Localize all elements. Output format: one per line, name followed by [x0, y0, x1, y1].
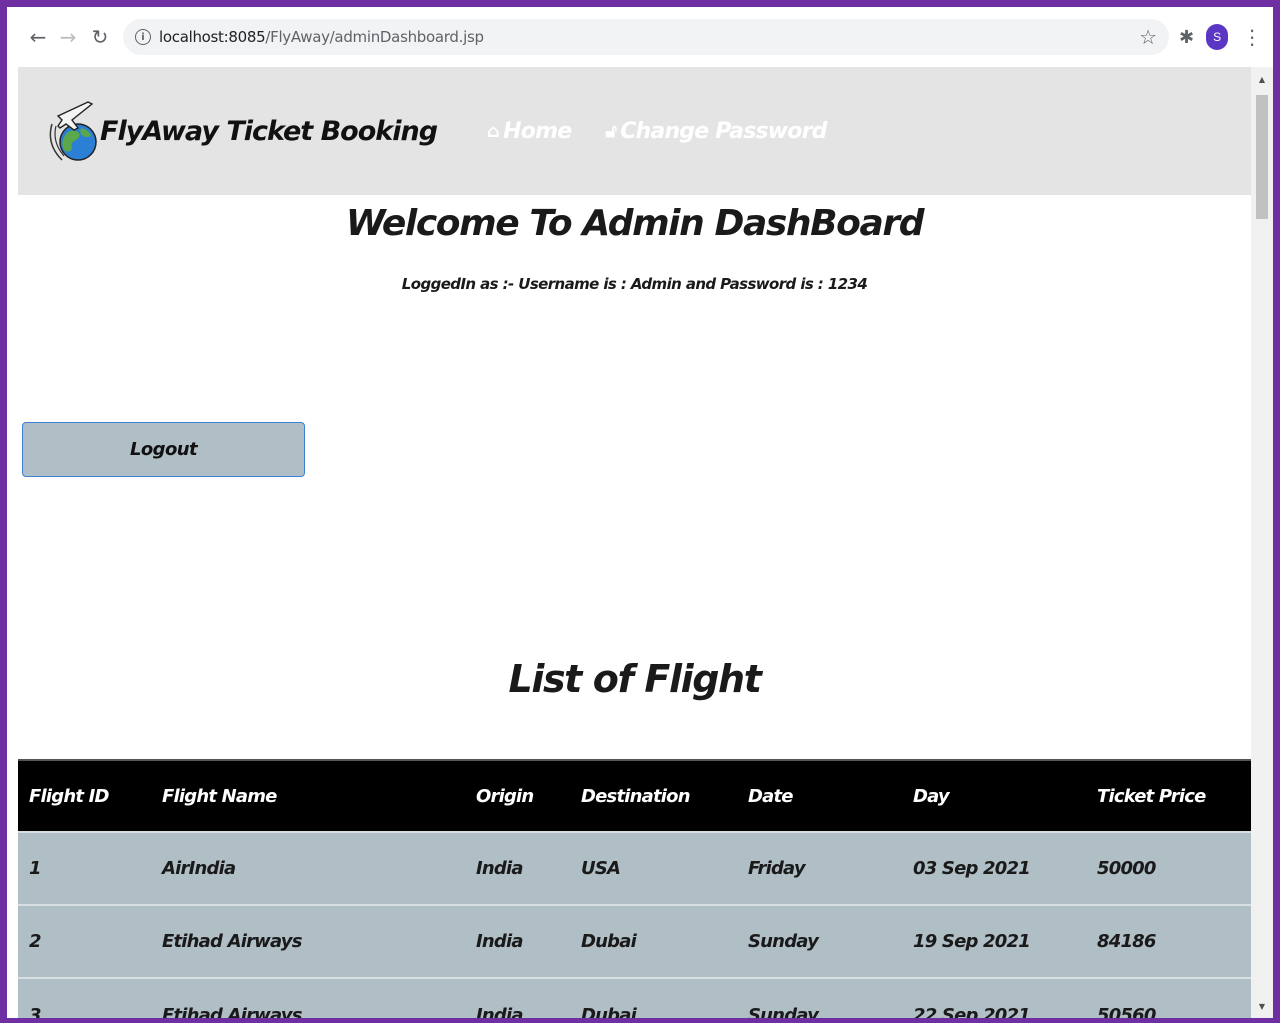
browser-window: ← → ↻ i localhost:8085/FlyAway/adminDash… — [7, 7, 1273, 1018]
star-icon[interactable]: ☆ — [1139, 25, 1157, 49]
site-header: FlyAway Ticket Booking ⌂ Home 🔓︎ Change … — [18, 67, 1251, 195]
table-cell: 50560 — [1086, 977, 1251, 1018]
table-header-row: Flight ID Flight Name Origin Destination… — [18, 759, 1251, 832]
login-info: LoggedIn as :- Username is : Admin and P… — [401, 275, 868, 293]
brand-title[interactable]: FlyAway Ticket Booking — [100, 116, 438, 147]
column-header: Flight Name — [151, 759, 465, 832]
column-header: Flight ID — [18, 759, 151, 832]
table-cell: 50000 — [1086, 831, 1251, 905]
page-viewport: FlyAway Ticket Booking ⌂ Home 🔓︎ Change … — [18, 67, 1251, 1018]
table-cell: India — [465, 977, 570, 1018]
scroll-thumb[interactable] — [1256, 95, 1268, 219]
table-cell: AirIndia — [151, 831, 465, 905]
logout-button[interactable]: Logout — [22, 422, 305, 477]
home-icon: ⌂ — [487, 120, 500, 142]
url-host: localhost:8085 — [159, 28, 266, 46]
avatar[interactable]: S — [1206, 24, 1229, 50]
url-text[interactable]: localhost:8085/FlyAway/adminDashboard.js… — [159, 28, 484, 46]
url-path: /FlyAway/adminDashboard.jsp — [265, 28, 484, 46]
flight-table: Flight ID Flight Name Origin Destination… — [18, 759, 1251, 1018]
table-row: 1 AirIndia India USA Friday 03 Sep 2021 … — [18, 831, 1251, 905]
back-icon[interactable]: ← — [23, 22, 53, 52]
table-cell: 22 Sep 2021 — [902, 977, 1086, 1018]
lock-icon: 🔓︎ — [605, 120, 617, 142]
column-header: Destination — [570, 759, 737, 832]
table-cell: Sunday — [737, 977, 902, 1018]
address-bar[interactable]: i localhost:8085/FlyAway/adminDashboard.… — [123, 19, 1169, 55]
column-header: Day — [902, 759, 1086, 832]
nav-home-label: Home — [503, 118, 572, 144]
plane-globe-icon — [48, 94, 100, 168]
column-header: Origin — [465, 759, 570, 832]
nav-home-link[interactable]: ⌂ Home — [487, 118, 572, 144]
scroll-down-arrow-icon[interactable]: ▼ — [1251, 998, 1273, 1014]
forward-icon[interactable]: → — [53, 22, 83, 52]
table-cell: USA — [570, 831, 737, 905]
table-cell: Friday — [737, 831, 902, 905]
list-title: List of Flight — [508, 657, 762, 701]
scroll-up-arrow-icon[interactable]: ▲ — [1251, 71, 1273, 87]
nav-change-password-label: Change Password — [620, 118, 827, 144]
table-row: 3 Etihad Airways India Dubai Sunday 22 S… — [18, 977, 1251, 1018]
vertical-scrollbar[interactable]: ▲ ▼ — [1251, 67, 1273, 1018]
table-cell: India — [465, 904, 570, 978]
browser-toolbar: ← → ↻ i localhost:8085/FlyAway/adminDash… — [7, 7, 1273, 67]
reload-icon[interactable]: ↻ — [85, 22, 115, 52]
table-cell: 2 — [18, 904, 151, 978]
column-header: Date — [737, 759, 902, 832]
table-cell: 19 Sep 2021 — [902, 904, 1086, 978]
info-icon[interactable]: i — [135, 29, 151, 45]
table-cell: Etihad Airways — [151, 904, 465, 978]
table-cell: 1 — [18, 831, 151, 905]
page-title: Welcome To Admin DashBoard — [345, 203, 925, 244]
table-cell: Dubai — [570, 904, 737, 978]
table-cell: Sunday — [737, 904, 902, 978]
table-cell: 84186 — [1086, 904, 1251, 978]
table-row: 2 Etihad Airways India Dubai Sunday 19 S… — [18, 904, 1251, 978]
table-cell: Etihad Airways — [151, 977, 465, 1018]
table-cell: 03 Sep 2021 — [902, 831, 1086, 905]
table-cell: Dubai — [570, 977, 737, 1018]
menu-icon[interactable]: ⋮ — [1242, 25, 1262, 49]
column-header: Ticket Price — [1086, 759, 1251, 832]
table-cell: 3 — [18, 977, 151, 1018]
extensions-icon[interactable]: ✱ — [1179, 27, 1194, 48]
table-cell: India — [465, 831, 570, 905]
nav-change-password-link[interactable]: 🔓︎ Change Password — [605, 118, 827, 144]
